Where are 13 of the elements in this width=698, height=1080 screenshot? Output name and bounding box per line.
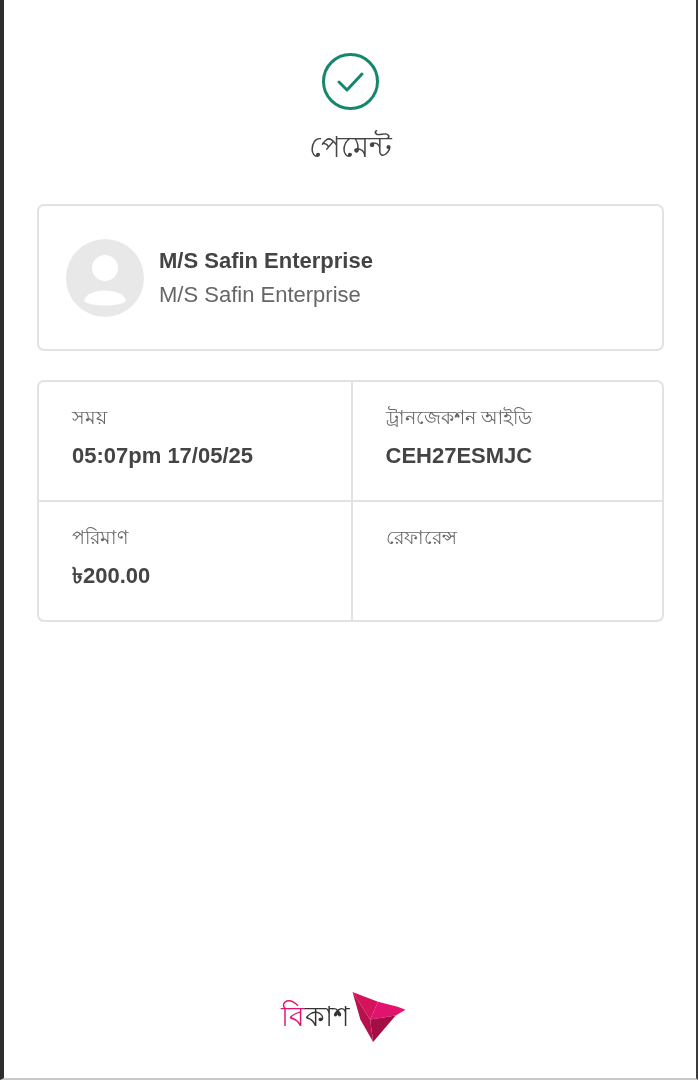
- bird-logo-icon: [351, 991, 406, 1043]
- detail-value: CEH27ESMJC: [385, 442, 534, 470]
- status-title: পেমেন্ট: [308, 129, 392, 165]
- merchant-name: M/S Safin Enterprise: [159, 246, 373, 275]
- detail-label: ট্রানজেকশন আইডি: [385, 405, 534, 430]
- detail-value: ৳200.00: [72, 562, 152, 590]
- detail-label: সময়: [72, 406, 109, 430]
- logo-wordmark: বিকাশ: [280, 999, 350, 1034]
- detail-value: 05:07pm 17/05/25: [72, 442, 255, 470]
- success-check-icon: [321, 53, 379, 110]
- detail-label: রেফারেন্স: [385, 526, 458, 550]
- merchant-subtitle: M/S Safin Enterprise: [159, 280, 362, 309]
- detail-label: পরিমাণ: [72, 526, 130, 550]
